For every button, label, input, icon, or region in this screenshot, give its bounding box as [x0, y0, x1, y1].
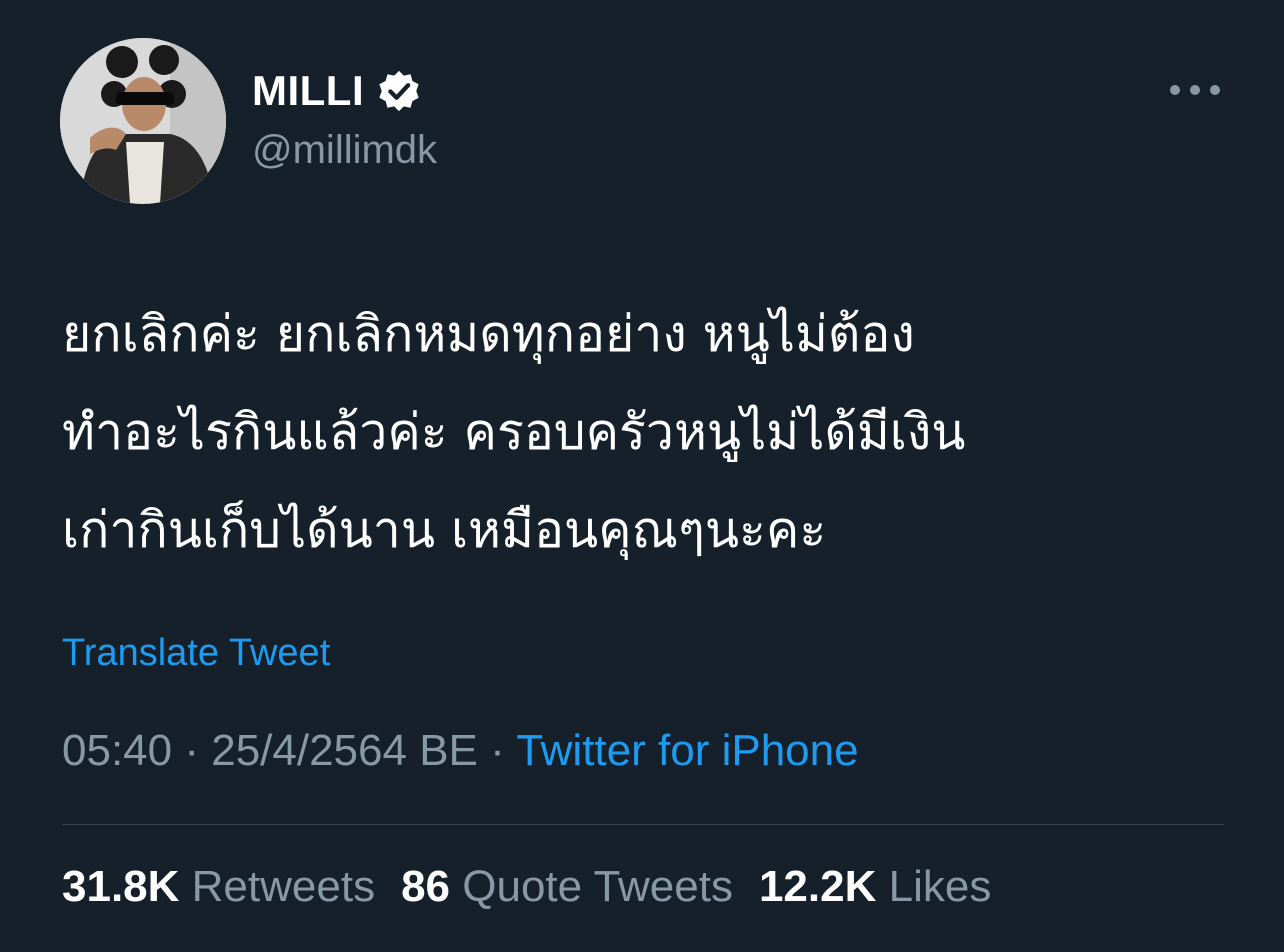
tweet-text-line: ทำอะไรกินแล้วค่ะ ครอบครัวหนูไม่ได้มีเงิน: [62, 403, 966, 461]
meta-separator: ·: [477, 726, 517, 775]
likes-count: 12.2K: [758, 862, 877, 911]
dot: [1190, 85, 1200, 95]
retweets-count: 31.8K: [62, 862, 180, 911]
tweet-detail: MILLI @millimdk ยกเลิกค่ะ ยกเลิกหมดทุกอย…: [0, 0, 1284, 952]
tweet-text-line: ยกเลิกค่ะ ยกเลิกหมดทุกอย่าง หนูไม่ต้อง: [62, 305, 915, 363]
meta-separator: ·: [172, 726, 212, 775]
translate-tweet-link[interactable]: Translate Tweet: [62, 632, 330, 675]
verified-badge-icon: [379, 70, 419, 112]
display-name[interactable]: MILLI: [252, 67, 364, 115]
tweet-text-line: เก่ากินเก็บได้นาน เหมือนคุณๆนะคะ: [62, 501, 827, 559]
dot: [1170, 85, 1180, 95]
retweets-stat[interactable]: 31.8K Retweets: [62, 862, 375, 912]
divider: [62, 824, 1224, 825]
tweet-stats: 31.8K Retweets 86 Quote Tweets 12.2K Lik…: [62, 862, 1017, 912]
avatar[interactable]: [60, 38, 226, 204]
tweet-meta: 05:40 · 25/4/2564 BE · Twitter for iPhon…: [62, 726, 859, 776]
retweets-label: Retweets: [191, 862, 376, 911]
tweet-source-link[interactable]: Twitter for iPhone: [516, 726, 858, 775]
tweet-time[interactable]: 05:40: [62, 726, 172, 775]
more-options-icon[interactable]: [1170, 80, 1220, 100]
tweet-date[interactable]: 25/4/2564 BE: [211, 726, 478, 775]
quote-tweets-stat[interactable]: 86 Quote Tweets: [401, 862, 733, 912]
author-handle[interactable]: @millimdk: [252, 128, 437, 173]
profile-photo-icon: [60, 38, 226, 204]
quote-tweets-label: Quote Tweets: [462, 862, 733, 911]
likes-stat[interactable]: 12.2K Likes: [759, 862, 991, 912]
tweet-text: ยกเลิกค่ะ ยกเลิกหมดทุกอย่าง หนูไม่ต้อง ท…: [62, 285, 1242, 579]
dot: [1210, 85, 1220, 95]
quote-tweets-count: 86: [401, 862, 451, 911]
likes-label: Likes: [888, 862, 992, 911]
author-name-row[interactable]: MILLI: [252, 66, 422, 116]
